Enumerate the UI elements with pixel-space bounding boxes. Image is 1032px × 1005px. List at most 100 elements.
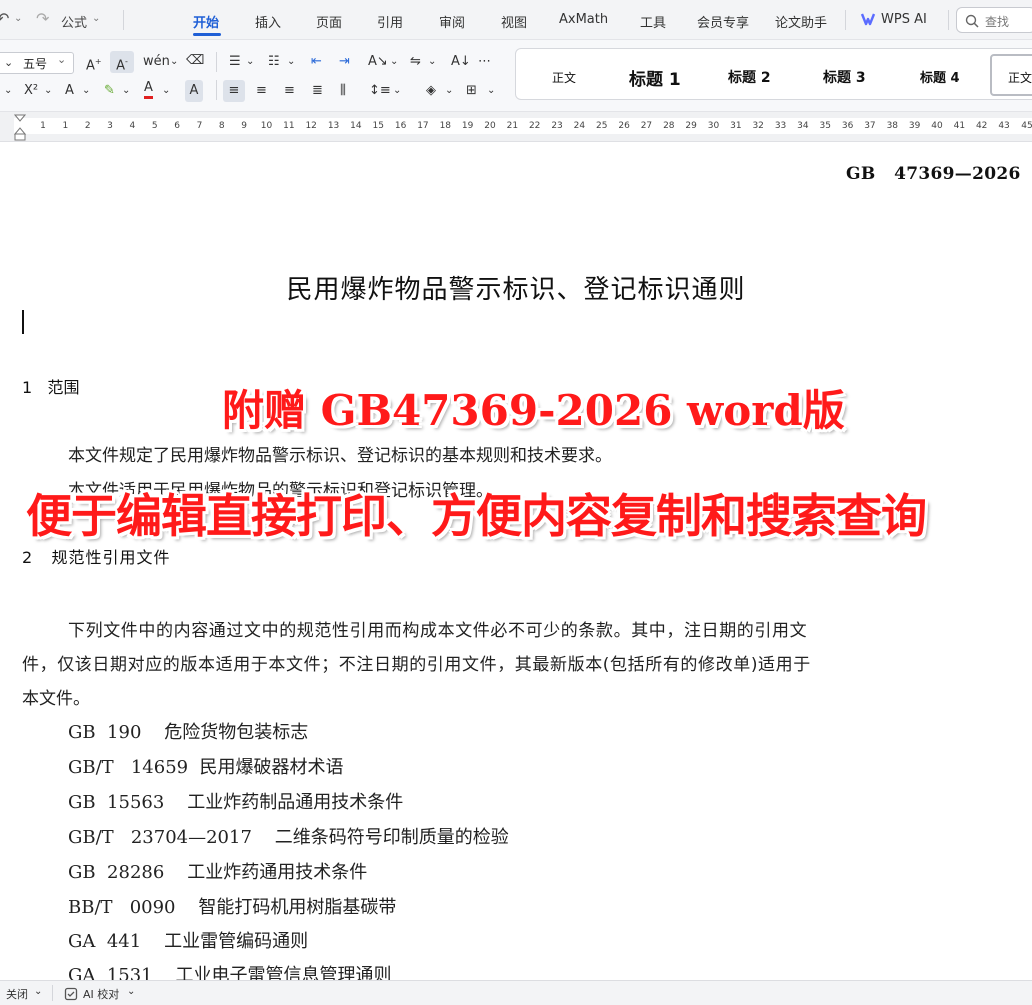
ruler-tick-label: 23 [551, 121, 563, 131]
chevron-down-icon[interactable]: ⌄ [14, 13, 22, 24]
styles-gallery: 正文 标题 1 标题 2 标题 3 标题 4 [515, 48, 1032, 100]
tab-tools[interactable]: 工具 [640, 12, 666, 31]
sort-az-icon[interactable]: A↓ [451, 53, 471, 71]
standard-number: GB 47369—2026 [846, 164, 1021, 184]
close-button[interactable]: 关闭 [6, 986, 28, 1002]
char-shading-icon[interactable]: A [185, 80, 203, 102]
numbered-list-icon[interactable]: ☷ [268, 53, 280, 71]
ai-proofread-button[interactable]: AI 校对 [83, 986, 119, 1002]
chevron-down-icon[interactable]: ⌄ [445, 82, 453, 100]
divider [216, 80, 217, 100]
chevron-down-icon[interactable]: ⌄ [4, 82, 12, 100]
style-heading-3[interactable]: 标题 3 [823, 67, 866, 87]
show-marks-icon[interactable]: ⋯ [478, 53, 491, 71]
section-1-heading: 1 范围 [22, 378, 80, 397]
style-heading-2[interactable]: 标题 2 [728, 67, 771, 87]
ruler-tick-label: 32 [752, 121, 764, 131]
tab-page[interactable]: 页面 [316, 12, 342, 31]
indent-marker-icon[interactable] [14, 114, 26, 142]
align-right-icon[interactable]: ≡ [284, 82, 295, 100]
horizontal-ruler[interactable]: 1 1 2 3 4 5 6 7 8 9 10 11 12 13 14 15 16 17 18 19 20 21 22 23 24… [0, 112, 1032, 142]
style-normal-preview[interactable]: 正文 [990, 54, 1032, 96]
chevron-down-icon[interactable]: ⌄ [393, 82, 401, 100]
clear-format-icon[interactable]: ⌫ [186, 52, 204, 70]
ruler-tick-label: 15 [372, 121, 384, 131]
align-left-icon[interactable]: ≡ [223, 80, 245, 102]
chevron-down-icon[interactable]: ⌄ [246, 53, 254, 71]
text-direction-icon[interactable]: A↘ [368, 53, 388, 71]
tab-member[interactable]: 会员专享 [697, 12, 749, 31]
text-cursor [22, 310, 24, 334]
document-page[interactable]: GB 47369—2026 民用爆炸物品警示标识、登记标识通则 1 范围 本文件… [0, 143, 1032, 980]
tab-view[interactable]: 视图 [501, 12, 527, 31]
ruler-tick-label: 13 [327, 121, 340, 131]
wps-ai-button[interactable]: WPS AI [881, 12, 927, 27]
ruler-tick-label: 16 [394, 121, 407, 131]
sort-icon[interactable]: ⇋ [410, 53, 421, 71]
line-spacing-icon[interactable]: ↕≡ [369, 82, 391, 100]
ruler-tick-label: 17 [417, 121, 429, 131]
decrease-indent-icon[interactable]: ⇤ [311, 53, 322, 71]
formula-button[interactable]: 公式 [61, 12, 87, 31]
tab-review[interactable]: 审阅 [439, 12, 465, 31]
style-heading-1[interactable]: 标题 1 [629, 65, 681, 90]
chevron-down-icon[interactable]: ⌄ [122, 82, 130, 100]
chevron-down-icon[interactable]: ⌄ [390, 53, 398, 71]
increase-indent-icon[interactable]: ⇥ [339, 53, 350, 71]
promo-banner-line-2: 便于编辑直接打印、方便内容复制和搜索查询 [26, 489, 927, 543]
redo-icon[interactable]: ↷ [36, 9, 49, 28]
align-center-icon[interactable]: ≡ [256, 82, 267, 100]
ruler-tick-label: 34 [797, 121, 809, 131]
chevron-down-icon[interactable]: ⌄ [162, 82, 170, 100]
ruler-tick-label: 22 [528, 121, 541, 131]
superscript-icon[interactable]: X² [24, 82, 38, 100]
bullet-list-icon[interactable]: ☰ [229, 53, 241, 71]
border-icon[interactable]: ⊞ [466, 82, 477, 100]
ruler-tick-label: 40 [931, 121, 943, 131]
tab-insert[interactable]: 插入 [255, 12, 281, 31]
shading-icon[interactable]: ◈ [426, 82, 436, 100]
tab-references[interactable]: 引用 [377, 12, 403, 31]
chevron-down-icon[interactable]: ⌄ [4, 54, 13, 72]
divider [52, 985, 53, 1001]
phonetic-guide-icon[interactable]: wén [143, 53, 170, 71]
chevron-down-icon[interactable]: ⌄ [287, 53, 295, 71]
ruler-tick-label: 26 [618, 121, 630, 131]
ruler-tick-label: 6 [174, 121, 180, 131]
style-heading-4[interactable]: 标题 4 [920, 67, 960, 86]
menu-bar: ↶ ⌄ ↷ 公式 ⌄ 开始 插入 页面 引用 审阅 视图 AxMath 工具 会… [0, 0, 1032, 40]
reference-item: GB/T 23704—2017 二维条码符号印制质量的检验 [68, 827, 509, 848]
justify-icon[interactable]: ≣ [312, 82, 323, 100]
chevron-down-icon[interactable]: ⌄ [170, 53, 178, 71]
section-2-paragraph-line-2: 件，仅该日期对应的版本适用于本文件；不注日期的引用文件，其最新版本(包括所有的修… [22, 655, 811, 675]
shrink-font-icon[interactable]: A- [110, 51, 134, 73]
font-color-icon[interactable]: A [144, 80, 153, 99]
search-icon [965, 13, 979, 32]
ruler-tick-label: 27 [640, 121, 653, 131]
chevron-down-icon[interactable]: ⌄ [92, 13, 100, 24]
grow-font-icon[interactable]: A+ [86, 53, 102, 75]
ruler-tick-label: 2 [84, 121, 91, 131]
ruler-tick-label: 11 [283, 121, 295, 131]
tab-axmath[interactable]: AxMath [559, 12, 608, 27]
distributed-icon[interactable]: ⫼ [340, 82, 346, 100]
chevron-down-icon[interactable]: ⌄ [44, 82, 52, 100]
text-effect-icon[interactable]: A [65, 82, 74, 100]
ruler-tick-label: 12 [305, 121, 317, 131]
chevron-down-icon[interactable]: ⌄ [34, 986, 42, 997]
active-tab-indicator [193, 33, 221, 36]
chevron-down-icon[interactable]: ⌄ [82, 82, 90, 100]
tab-home[interactable]: 开始 [193, 12, 219, 31]
style-normal-label: 正文 [1008, 71, 1032, 85]
chevron-down-icon[interactable]: ⌄ [487, 82, 495, 100]
ruler-tick-label: 4 [129, 121, 136, 131]
style-normal[interactable]: 正文 [552, 69, 576, 86]
search-input[interactable]: 查找 [956, 7, 1032, 33]
chevron-down-icon[interactable]: ⌄ [127, 986, 135, 997]
tab-paper-assistant[interactable]: 论文助手 [775, 12, 827, 31]
highlight-icon[interactable]: ✎ [104, 82, 115, 100]
ruler-tick-label: 20 [484, 121, 496, 131]
chevron-down-icon[interactable]: ⌄ [428, 53, 436, 71]
reference-item: BB/T 0090 智能打码机用树脂基碳带 [68, 897, 397, 918]
undo-icon[interactable]: ↶ [0, 9, 9, 28]
